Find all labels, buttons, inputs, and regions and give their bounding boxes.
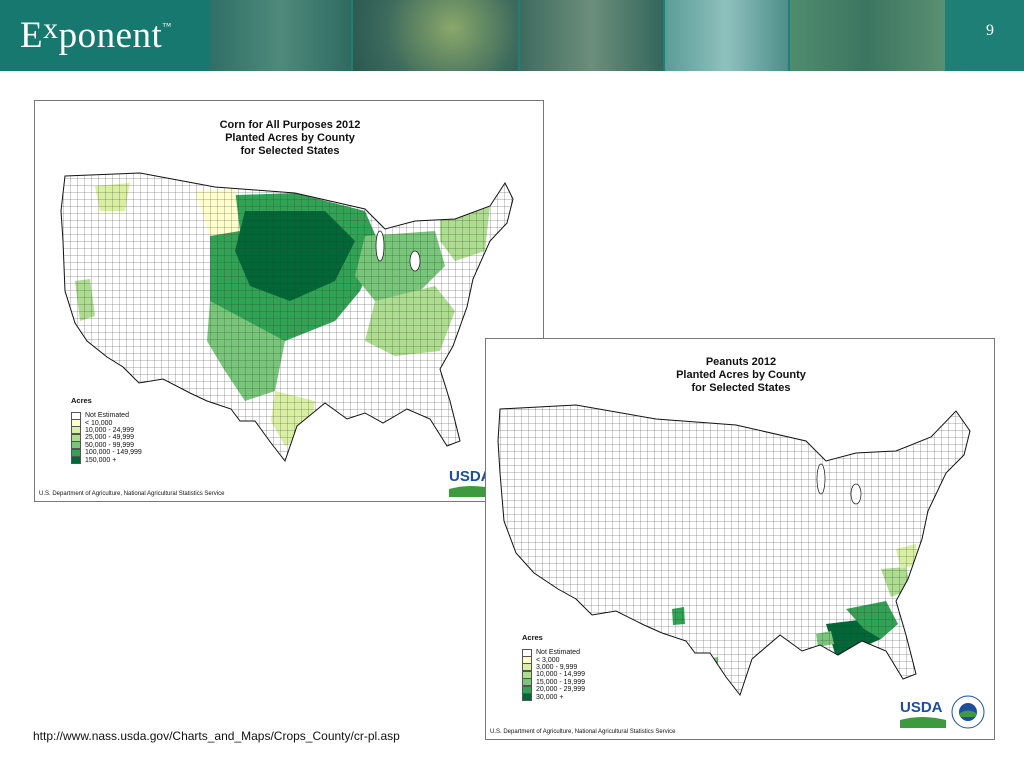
peanuts-legend: Acres Not Estimated < 3,000 3,000 - 9,99… [522, 633, 586, 702]
header-photo-oil [353, 0, 518, 71]
corn-legend-item: Not Estimated [71, 411, 142, 420]
corn-map-panel: Corn for All Purposes 2012 Planted Acres… [34, 100, 544, 502]
legend-label: 10,000 - 24,999 [85, 426, 135, 434]
source-url-link[interactable]: http://www.nass.usda.gov/Charts_and_Maps… [33, 729, 400, 743]
corn-legend-item: 10,000 - 24,999 [71, 426, 142, 435]
legend-label: 3,000 - 9,999 [536, 663, 578, 671]
header-photo-stream [790, 0, 945, 71]
header-photo-fish [210, 0, 351, 71]
legend-label: Not Estimated [85, 412, 129, 420]
logo-trademark: ™ [162, 21, 172, 31]
usda-logo: USDA [898, 694, 990, 734]
legend-label: 15,000 - 19,999 [536, 678, 586, 686]
legend-label: Not Estimated [536, 649, 580, 657]
legend-label: 50,000 - 99,999 [85, 441, 135, 449]
peanuts-legend-title: Acres [522, 633, 543, 642]
legend-label: 25,000 - 49,999 [85, 434, 135, 442]
peanuts-legend-item: 30,000 + [522, 693, 585, 702]
logo-letter-x: x [43, 12, 59, 45]
legend-label: 150,000 + [85, 456, 117, 464]
usda-logo-text: USDA [900, 699, 943, 716]
legend-label: 100,000 - 149,999 [85, 449, 142, 457]
legend-label: < 3,000 [536, 656, 560, 664]
corn-legend-item: < 10,000 [71, 419, 142, 428]
logo-letter-e: E [20, 15, 44, 56]
header-photo-lab [665, 0, 788, 71]
logo-word: ponent [58, 15, 163, 56]
corn-legend-title: Acres [71, 396, 92, 405]
peanuts-source-note: U.S. Department of Agriculture, National… [490, 729, 676, 735]
corn-legend-item: 50,000 - 99,999 [71, 441, 142, 450]
legend-label: < 10,000 [85, 419, 113, 427]
corn-legend-item: 25,000 - 49,999 [71, 433, 142, 442]
corn-legend-item: 100,000 - 149,999 [71, 448, 142, 457]
usda-logo-graphic: USDA [900, 695, 985, 729]
header-bar: Exponent™ 9 [0, 0, 1024, 71]
slide-number: 9 [986, 22, 994, 39]
legend-label: 20,000 - 29,999 [536, 686, 586, 694]
peanuts-map-panel: Peanuts 2012 Planted Acres by County for… [485, 338, 995, 740]
legend-label: 30,000 + [536, 693, 564, 701]
legend-label: 10,000 - 14,999 [536, 671, 586, 679]
legend-swatch [522, 693, 532, 702]
legend-swatch [71, 456, 81, 465]
corn-source-note: U.S. Department of Agriculture, National… [39, 491, 225, 497]
header-photo-owl [520, 0, 663, 71]
corn-legend-item: 150,000 + [71, 456, 142, 465]
corn-legend: Acres Not Estimated < 10,000 10,000 - 24… [71, 396, 142, 465]
exponent-logo: Exponent™ [0, 0, 210, 71]
